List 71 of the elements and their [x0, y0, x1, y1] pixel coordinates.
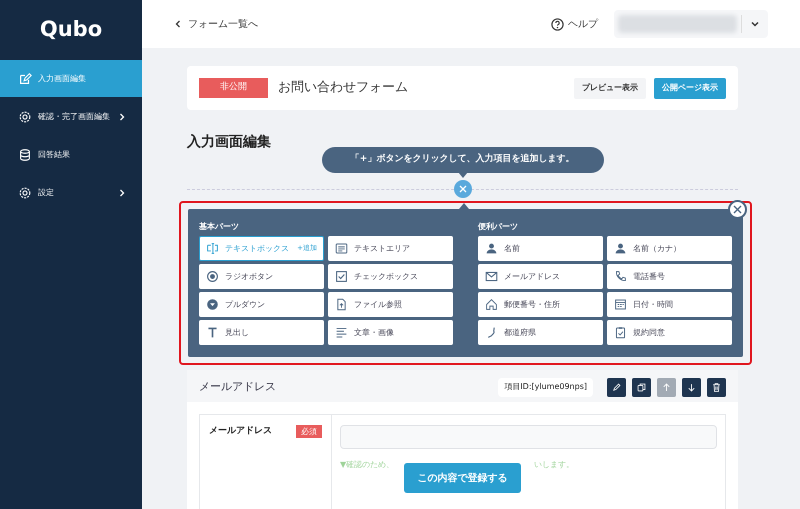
- checkbox-icon: [335, 270, 348, 283]
- sidebar-item[interactable]: 確認・完了画面編集: [0, 98, 142, 135]
- required-badge: 必須: [296, 425, 322, 438]
- delete-button[interactable]: [707, 378, 726, 396]
- section-title: 基本パーツ: [199, 221, 240, 233]
- form-title: お問い合わせフォーム: [278, 79, 409, 98]
- part-item[interactable]: 名前: [478, 236, 603, 261]
- part-item[interactable]: 文章・画像: [328, 320, 453, 345]
- edit-icon: [18, 72, 32, 86]
- calendar-icon: [614, 298, 627, 311]
- gear-icon: [18, 110, 32, 124]
- part-item[interactable]: 名前（カナ）: [607, 236, 732, 261]
- text-cursor-icon: [206, 242, 219, 255]
- input-field[interactable]: [340, 425, 717, 449]
- part-item[interactable]: プルダウン: [199, 292, 324, 317]
- note-text: ▼確認のため、: [340, 459, 394, 471]
- chevron-left-icon: [174, 20, 182, 28]
- part-item[interactable]: 郵便番号・住所: [478, 292, 603, 317]
- close-button[interactable]: [454, 180, 472, 198]
- arrow-up-icon: [661, 382, 672, 392]
- person-icon: [485, 242, 498, 255]
- part-item[interactable]: メールアドレス: [478, 264, 603, 289]
- back-link[interactable]: フォーム一覧へ: [174, 16, 258, 32]
- move-down-button[interactable]: [682, 378, 701, 396]
- part-item[interactable]: 日付・時間: [607, 292, 732, 317]
- note-text: いします。: [534, 459, 574, 471]
- sidebar-item[interactable]: 回答結果: [0, 136, 142, 173]
- chevron-down-icon: [750, 19, 760, 29]
- section-title: 便利パーツ: [478, 221, 519, 233]
- part-item[interactable]: 電話番号: [607, 264, 732, 289]
- preview-button[interactable]: プレビュー表示: [574, 78, 646, 98]
- dropdown-icon: [206, 298, 219, 311]
- close-icon: [733, 205, 742, 214]
- close-icon: [458, 185, 466, 193]
- radio-icon: [206, 270, 219, 283]
- part-item[interactable]: ラジオボタン: [199, 264, 324, 289]
- part-item[interactable]: 都道府県: [478, 320, 603, 345]
- part-item[interactable]: 規約同意: [607, 320, 732, 345]
- mail-icon: [485, 270, 498, 283]
- house-icon: [485, 298, 498, 311]
- trash-icon: [711, 382, 722, 392]
- part-item[interactable]: 見出し: [199, 320, 324, 345]
- page-heading: 入力画面編集: [187, 133, 272, 152]
- part-item[interactable]: チェックボックス: [328, 264, 453, 289]
- copy-icon: [636, 382, 647, 392]
- logo: Qubo: [40, 16, 102, 44]
- field-label: メールアドレス: [209, 425, 272, 438]
- close-button[interactable]: [728, 200, 747, 219]
- help-link[interactable]: ヘルプ: [551, 16, 598, 32]
- item-id-label: 項目ID:[ylume09nps]: [498, 378, 593, 396]
- file-upload-icon: [335, 298, 348, 311]
- status-badge: 非公開: [199, 78, 268, 98]
- letter-t-icon: [206, 326, 219, 339]
- help-icon: [551, 18, 564, 30]
- edit-button[interactable]: [607, 378, 626, 396]
- hint-bubble: 「+」ボタンをクリックして、入力項目を追加します。: [322, 147, 604, 173]
- arrow-down-icon: [686, 382, 697, 392]
- database-icon: [18, 148, 32, 162]
- field-title: メールアドレス: [199, 378, 277, 395]
- clipboard-check-icon: [614, 326, 627, 339]
- gear-icon: [18, 186, 32, 200]
- sidebar-item[interactable]: 設定: [0, 174, 142, 211]
- paragraph-icon: [335, 326, 348, 339]
- bubble-pointer-icon: [458, 172, 468, 178]
- text-lines-icon: [335, 242, 348, 255]
- pencil-icon: [611, 382, 622, 392]
- phone-icon: [614, 270, 627, 283]
- copy-button[interactable]: [632, 378, 651, 396]
- part-item[interactable]: ファイル参照: [328, 292, 453, 317]
- person-icon: [614, 242, 627, 255]
- part-item[interactable]: テキストエリア: [328, 236, 453, 261]
